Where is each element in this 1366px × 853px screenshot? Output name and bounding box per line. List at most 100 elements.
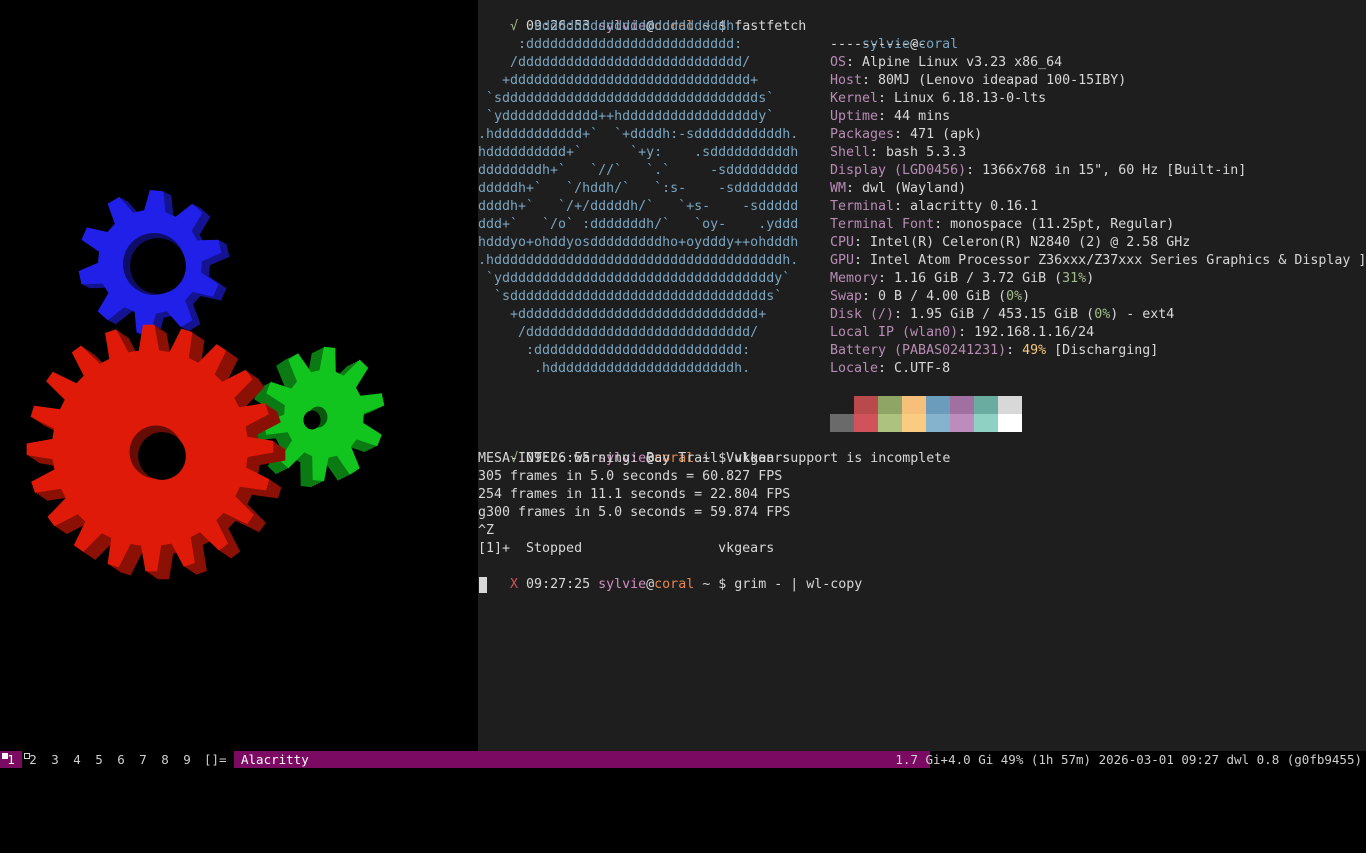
- logo-line: ddddddddh+` `//` `.` -sddddddddd: [478, 163, 799, 178]
- info-value-tail: [Discharging]: [1046, 343, 1159, 358]
- info-value: : 1.95 GiB / 453.15 GiB (: [894, 307, 1095, 322]
- info-value: : bash 5.3.3: [870, 145, 967, 160]
- info-row: Host: 80MJ (Lenovo ideapad 100-15IBY): [830, 72, 1126, 90]
- info-row: Locale: C.UTF-8: [830, 360, 950, 378]
- info-row: WM: dwl (Wayland): [830, 180, 966, 198]
- info-row: Terminal Font: monospace (11.25pt, Regul…: [830, 216, 1174, 234]
- logo-line: ddd+` `/o` :dddddddh/` `oy- .yddd: [478, 217, 799, 232]
- info-key: Battery (PABAS0241231): [830, 343, 1007, 358]
- output-line: ^Z: [478, 523, 495, 538]
- info-row: Uptime: 44 mins: [830, 108, 950, 126]
- info-key: Local IP (wlan0): [830, 325, 959, 340]
- info-key: Shell: [830, 145, 871, 160]
- layout-indicator[interactable]: []=: [204, 751, 234, 768]
- logo-line: hdddddddddd+` `+y: .sddddddddddh: [478, 145, 799, 160]
- info-row: CPU: Intel(R) Celeron(R) N2840 (2) @ 2.5…: [830, 234, 1190, 252]
- info-key: Terminal: [830, 199, 895, 214]
- palette-swatch: [926, 414, 950, 432]
- tag-label: 5: [95, 752, 103, 767]
- info-key: Locale: [830, 361, 879, 376]
- palette-swatch: [998, 414, 1022, 432]
- logo-line: hdddyo+ohddyosdddddddddho+oydddy++ohdddh: [478, 235, 799, 250]
- occupied-indicator: [2, 753, 8, 759]
- gear-hole: [130, 238, 186, 294]
- info-row: Disk (/): 1.95 GiB / 453.15 GiB (0%) - e…: [830, 306, 1174, 324]
- tag-6[interactable]: 6: [110, 751, 132, 768]
- palette-swatch: [926, 396, 950, 414]
- info-separator: ------------: [830, 37, 927, 52]
- info-row: Shell: bash 5.3.3: [830, 144, 966, 162]
- info-key: Display (LGD0456): [830, 163, 967, 178]
- info-title: sylvie@coral: [862, 37, 959, 52]
- info-key: WM: [830, 181, 847, 196]
- info-key: Memory: [830, 271, 879, 286]
- logo-line: `ydddddddddddd++hdddddddddddddddddy`: [478, 109, 775, 124]
- palette-swatch: [998, 396, 1022, 414]
- tag-3[interactable]: 3: [44, 751, 66, 768]
- dwl-status-bar: 123456789 []= Alacritty 1.7 Gi+4.0 Gi 49…: [0, 751, 1366, 768]
- info-row: GPU: Intel Atom Processor Z36xxx/Z37xxx …: [830, 252, 1366, 270]
- output-line: MESA-INTEL: warning: Bay Trail Vulkan su…: [478, 451, 951, 466]
- red-gear: [26, 324, 286, 580]
- info-row: Kernel: Linux 6.18.13-0-lts: [830, 90, 1046, 108]
- status-text: 1.7 Gi+4.0 Gi 49% (1h 57m) 2026-03-01 09…: [895, 752, 1362, 767]
- info-percent: 49%: [1022, 343, 1047, 358]
- palette-swatch: [854, 414, 878, 432]
- info-value: : 80MJ (Lenovo ideapad 100-15IBY): [862, 73, 1127, 88]
- tag-5[interactable]: 5: [88, 751, 110, 768]
- blue-gear: [78, 190, 230, 338]
- tag-label: 3: [51, 752, 59, 767]
- tag-1[interactable]: 1: [0, 751, 22, 768]
- logo-line: +dddddddddddddddddddddddddddddd+: [478, 73, 759, 88]
- palette-swatch: [854, 396, 878, 414]
- info-percent: 0%: [1094, 307, 1111, 322]
- gears-canvas: [26, 190, 385, 580]
- info-value: : 471 (apk): [894, 127, 983, 142]
- output-line: g300 frames in 5.0 seconds = 59.874 FPS: [478, 505, 791, 520]
- info-key: GPU: [830, 253, 855, 268]
- logo-line: /dddddddddddddddddddddddddddd/: [478, 325, 759, 340]
- palette-swatch: [830, 414, 854, 432]
- info-percent: 0%: [1006, 289, 1023, 304]
- info-value: :: [1006, 343, 1023, 358]
- tag-4[interactable]: 4: [66, 751, 88, 768]
- info-value: : Intel(R) Celeron(R) N2840 (2) @ 2.58 G…: [854, 235, 1191, 250]
- info-value-tail: ): [1086, 271, 1095, 286]
- info-row: Local IP (wlan0): 192.168.1.16/24: [830, 324, 1094, 342]
- info-key: Disk (/): [830, 307, 895, 322]
- info-value: : 1366x768 in 15", 60 Hz [Built-in]: [966, 163, 1247, 178]
- logo-line: `yddddddddddddddddddddddddddddddddddy`: [478, 271, 791, 286]
- info-key: Uptime: [830, 109, 879, 124]
- logo-line: .hddddddddddd+` `+ddddh:-sdddddddddddh.: [478, 127, 799, 142]
- tag-9[interactable]: 9: [176, 751, 198, 768]
- vkgears-window[interactable]: [0, 0, 478, 751]
- info-key: CPU: [830, 235, 855, 250]
- gear-hole: [138, 432, 186, 480]
- info-value: : Linux 6.18.13-0-lts: [878, 91, 1047, 106]
- tag-label: 8: [161, 752, 169, 767]
- info-row: Terminal: alacritty 0.16.1: [830, 198, 1038, 216]
- text-cursor[interactable]: [479, 577, 487, 593]
- logo-line: .hdddddddddddddddddddddddh.: [478, 361, 751, 376]
- alacritty-terminal[interactable]: √ 09:26:53 sylvie@coral ~ $ fastfetch .h…: [478, 0, 1366, 751]
- tag-8[interactable]: 8: [154, 751, 176, 768]
- info-value: : Alpine Linux v3.23 x86_64: [846, 55, 1063, 70]
- tag-label: 1: [7, 752, 15, 767]
- color-palette: [830, 396, 1022, 432]
- info-percent: 31%: [1062, 271, 1087, 286]
- palette-swatch: [902, 396, 926, 414]
- focused-window-title[interactable]: Alacritty: [234, 751, 930, 768]
- tag-7[interactable]: 7: [132, 751, 154, 768]
- info-key: Kernel: [830, 91, 879, 106]
- info-value: : dwl (Wayland): [846, 181, 967, 196]
- logo-line: `sdddddddddddddddddddddddddddddddds`: [478, 91, 775, 106]
- info-value: : monospace (11.25pt, Regular): [934, 217, 1175, 232]
- info-row: OS: Alpine Linux v3.23 x86_64: [830, 54, 1062, 72]
- tag-2[interactable]: 2: [22, 751, 44, 768]
- info-value: : 192.168.1.16/24: [958, 325, 1095, 340]
- prompt-line-1: √ 09:26:53 sylvie@coral ~ $ fastfetch: [510, 19, 807, 34]
- logo-line: .hddddddddddddddddddddddddddddddddddddh.: [478, 253, 799, 268]
- info-key: Swap: [830, 289, 863, 304]
- output-line: [1]+ Stopped vkgears: [478, 541, 775, 556]
- output-line: 305 frames in 5.0 seconds = 60.827 FPS: [478, 469, 783, 484]
